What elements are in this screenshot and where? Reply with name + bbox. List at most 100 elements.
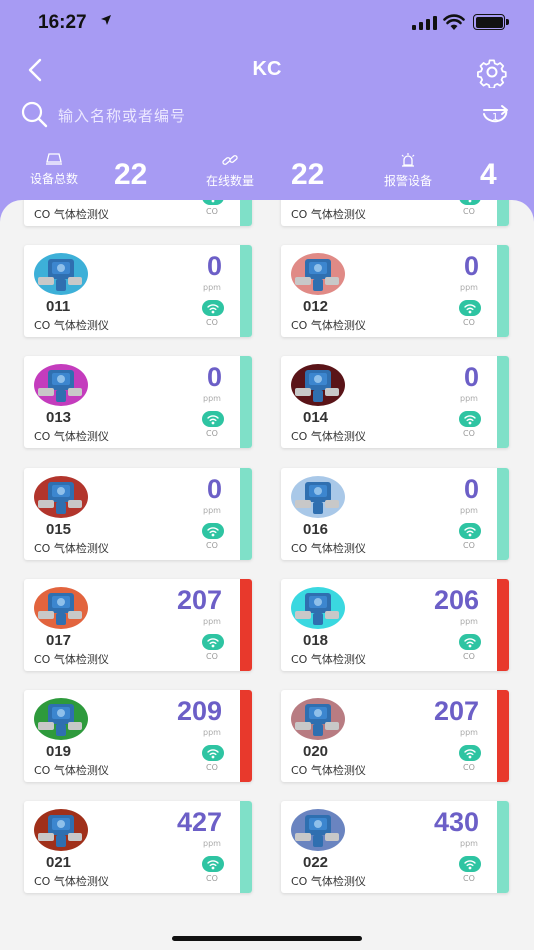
gas-reading: 430 xyxy=(433,807,479,837)
location-arrow-icon xyxy=(101,15,111,25)
device-card[interactable]: 016 CO 气体检测仪 0 ppm CO xyxy=(281,468,509,560)
device-image xyxy=(34,698,88,740)
header: 16:27 KC 1 设备总数 22 在线数量 22 报警设备 4 xyxy=(0,0,534,230)
device-image xyxy=(291,587,345,629)
gas-type: CO xyxy=(206,874,218,883)
refresh-badge: 1 xyxy=(492,112,499,123)
gas-type: CO xyxy=(463,874,475,883)
device-number: 014 xyxy=(303,409,329,426)
device-image xyxy=(34,809,88,851)
settings-gear-icon[interactable] xyxy=(476,56,508,88)
status-time: 16:27 xyxy=(38,12,87,33)
status-strip xyxy=(497,690,509,782)
device-image xyxy=(34,364,88,406)
device-number: 012 xyxy=(303,298,329,315)
device-number: 021 xyxy=(46,854,72,871)
page-title: KC xyxy=(252,58,282,80)
gas-reading: 207 xyxy=(176,585,222,615)
device-number: 019 xyxy=(46,743,72,760)
reading-unit: ppm xyxy=(203,394,221,403)
device-image xyxy=(34,253,88,295)
device-name: CO 气体检测仪 xyxy=(34,764,109,777)
gas-type: CO xyxy=(463,541,475,550)
status-strip xyxy=(497,200,509,226)
status-strip xyxy=(240,468,252,560)
gas-reading: 0 xyxy=(206,362,222,392)
status-strip xyxy=(497,579,509,671)
gas-detector-icon xyxy=(38,259,82,291)
device-card[interactable]: 017 CO 气体检测仪 207 ppm CO xyxy=(24,579,252,671)
cellular-signal-icon xyxy=(412,16,437,30)
wifi-online-icon xyxy=(459,523,481,539)
reading-unit: ppm xyxy=(203,283,221,292)
search-icon[interactable] xyxy=(20,100,48,128)
status-strip xyxy=(240,200,252,226)
reading-unit: ppm xyxy=(203,617,221,626)
device-card[interactable]: 022 CO 气体检测仪 430 ppm CO xyxy=(281,801,509,893)
status-strip xyxy=(497,468,509,560)
device-number: 011 xyxy=(46,298,71,315)
device-card[interactable]: 014 CO 气体检测仪 0 ppm CO xyxy=(281,356,509,448)
gas-reading: 207 xyxy=(433,696,479,726)
reading-unit: ppm xyxy=(203,506,221,515)
device-number: 015 xyxy=(46,521,72,538)
device-card[interactable]: 015 CO 气体检测仪 0 ppm CO xyxy=(24,468,252,560)
gas-reading: 427 xyxy=(176,807,222,837)
gas-detector-icon xyxy=(295,815,339,847)
device-image xyxy=(291,698,345,740)
stat-value: 4 xyxy=(480,158,497,191)
device-card[interactable]: 018 CO 气体检测仪 206 ppm CO xyxy=(281,579,509,671)
status-strip xyxy=(240,245,252,337)
gas-detector-icon xyxy=(38,370,82,402)
gas-reading: 0 xyxy=(206,474,222,504)
status-bar: 16:27 xyxy=(0,0,534,44)
gas-type: CO xyxy=(206,652,218,661)
search-input[interactable] xyxy=(58,104,438,128)
gas-type: CO xyxy=(206,207,218,216)
gas-detector-icon xyxy=(38,815,82,847)
device-card[interactable]: 011 CO 气体检测仪 0 ppm CO xyxy=(24,245,252,337)
wifi-online-icon xyxy=(202,300,224,316)
device-number: 020 xyxy=(303,743,329,760)
device-card[interactable]: CO 气体检测仪 CO xyxy=(281,200,509,226)
device-number: 022 xyxy=(303,854,329,871)
home-indicator xyxy=(172,936,362,941)
gas-type: CO xyxy=(206,429,218,438)
device-card[interactable]: 019 CO 气体检测仪 209 ppm CO xyxy=(24,690,252,782)
device-name: CO 气体检测仪 xyxy=(34,319,109,332)
device-card[interactable]: 012 CO 气体检测仪 0 ppm CO xyxy=(281,245,509,337)
battery-icon xyxy=(473,14,509,30)
stat-label: 在线数量 xyxy=(205,174,254,188)
reading-unit: ppm xyxy=(203,839,221,848)
status-strip xyxy=(497,801,509,893)
gas-detector-icon xyxy=(38,704,82,736)
device-name: CO 气体检测仪 xyxy=(34,653,109,666)
device-card[interactable]: 021 CO 气体检测仪 427 ppm CO xyxy=(24,801,252,893)
gas-type: CO xyxy=(463,763,475,772)
device-number: 018 xyxy=(303,632,329,649)
device-name: CO 气体检测仪 xyxy=(291,653,366,666)
status-strip xyxy=(240,356,252,448)
reading-unit: ppm xyxy=(460,617,478,626)
device-card[interactable]: 013 CO 气体检测仪 0 ppm CO xyxy=(24,356,252,448)
wifi-status-icon xyxy=(443,14,465,30)
gas-reading: 0 xyxy=(463,474,479,504)
device-card[interactable]: 020 CO 气体检测仪 207 ppm CO xyxy=(281,690,509,782)
wifi-online-icon xyxy=(202,523,224,539)
status-strip xyxy=(497,245,509,337)
gas-detector-icon xyxy=(295,370,339,402)
wifi-online-icon xyxy=(459,856,481,872)
gas-detector-icon xyxy=(295,593,339,625)
device-name: CO 气体检测仪 xyxy=(291,542,366,555)
gas-detector-icon xyxy=(295,259,339,291)
gas-detector-icon xyxy=(38,482,82,514)
refresh-button[interactable]: 1 xyxy=(476,102,514,130)
status-strip xyxy=(240,690,252,782)
wifi-online-icon xyxy=(202,745,224,761)
device-number: 017 xyxy=(46,632,72,649)
device-icon xyxy=(46,153,62,165)
device-image xyxy=(34,587,88,629)
gas-reading: 0 xyxy=(463,362,479,392)
device-card[interactable]: CO 气体检测仪 CO xyxy=(24,200,252,226)
wifi-online-icon xyxy=(459,411,481,427)
